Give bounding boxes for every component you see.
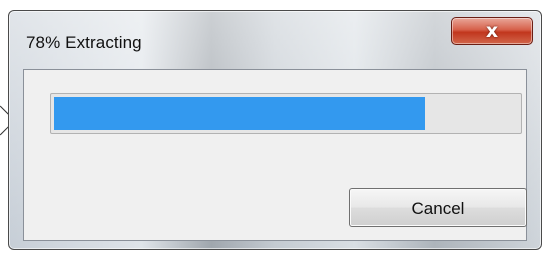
progress-fill <box>54 97 426 130</box>
progress-bar <box>50 93 522 134</box>
dialog-body: Cancel <box>23 69 527 241</box>
close-button[interactable]: x <box>451 17 533 45</box>
window-title: 78% Extracting <box>26 33 142 52</box>
cancel-button[interactable]: Cancel <box>349 188 527 227</box>
title-bar[interactable]: 78% Extracting x <box>9 11 541 69</box>
progress-track <box>54 97 518 130</box>
close-icon: x <box>485 20 499 42</box>
extract-dialog: 78% Extracting x Cancel <box>8 10 542 250</box>
